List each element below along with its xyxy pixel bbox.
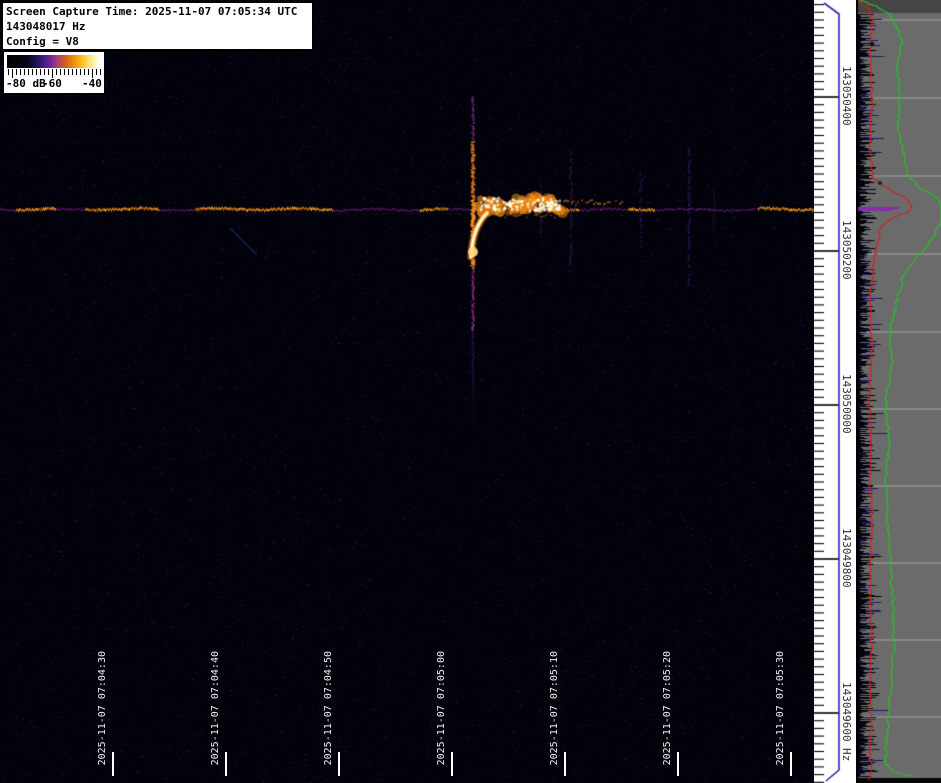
frequency-tick-label: 143049600 [840,682,853,742]
frequency-unit-label: Hz [840,748,853,762]
colorbar-tick [20,69,21,75]
colorbar-tick [8,69,9,75]
colorbar-tick [72,69,73,75]
time-tick-label: 2025-11-07 07:05:30 [775,650,786,765]
colorbar-tick [24,69,25,75]
colorbar-tick [32,69,33,75]
time-tick-mark [451,752,453,776]
capture-info-box: Screen Capture Time: 2025-11-07 07:05:34… [1,1,314,51]
time-tick-label: 2025-11-07 07:05:00 [436,650,447,765]
colorbar-tick [84,69,85,75]
time-tick-mark [790,752,792,776]
colorbar-tick [28,69,29,75]
colorbar-tick [64,69,65,75]
spectrum-graph-panel [856,0,941,783]
colorbar-tick [16,69,17,75]
time-tick-label: 2025-11-07 07:05:20 [662,650,673,765]
waterfall-spectrogram [0,0,814,783]
frequency-tick-label: 143050400 [840,66,853,126]
capture-frequency-text: 143048017 Hz [6,20,86,33]
colorbar-tick [96,69,97,75]
colorbar-tick [68,69,69,75]
colorbar-label-40db: -40 [82,77,102,90]
time-tick-label: 2025-11-07 07:04:40 [210,650,221,765]
screen-capture: Screen Capture Time: 2025-11-07 07:05:34… [0,0,941,783]
colorbar-tick [56,69,57,75]
time-tick-mark [225,752,227,776]
colorbar-tick [40,69,41,75]
colorbar-tick [88,69,89,75]
colorbar-tick [36,69,37,75]
colorbar-tick [44,69,45,75]
time-tick-label: 2025-11-07 07:05:10 [549,650,560,765]
colorbar-label-60db: -60 [42,77,62,90]
time-tick-label: 2025-11-07 07:04:30 [97,650,108,765]
intensity-colorbar: -80 dB -60 -40 [4,52,104,93]
colorbar-tick [76,69,77,75]
frequency-tick-label: 143050200 [840,220,853,280]
capture-config-text: Config = V8 [6,35,79,48]
time-tick-label: 2025-11-07 07:04:50 [323,650,334,765]
time-tick-mark [112,752,114,776]
colorbar-tick [48,69,49,75]
colorbar-tick [100,69,101,75]
colorbar-gradient [7,55,100,68]
frequency-tick-label: 143049800 [840,528,853,588]
time-tick-mark [338,752,340,776]
colorbar-tick [60,69,61,75]
capture-time-text: Screen Capture Time: 2025-11-07 07:05:34… [6,5,298,18]
time-tick-mark [564,752,566,776]
frequency-tick-label: 143050000 [840,374,853,434]
colorbar-label-80db: -80 dB [6,77,46,90]
time-tick-mark [677,752,679,776]
colorbar-tick [80,69,81,75]
